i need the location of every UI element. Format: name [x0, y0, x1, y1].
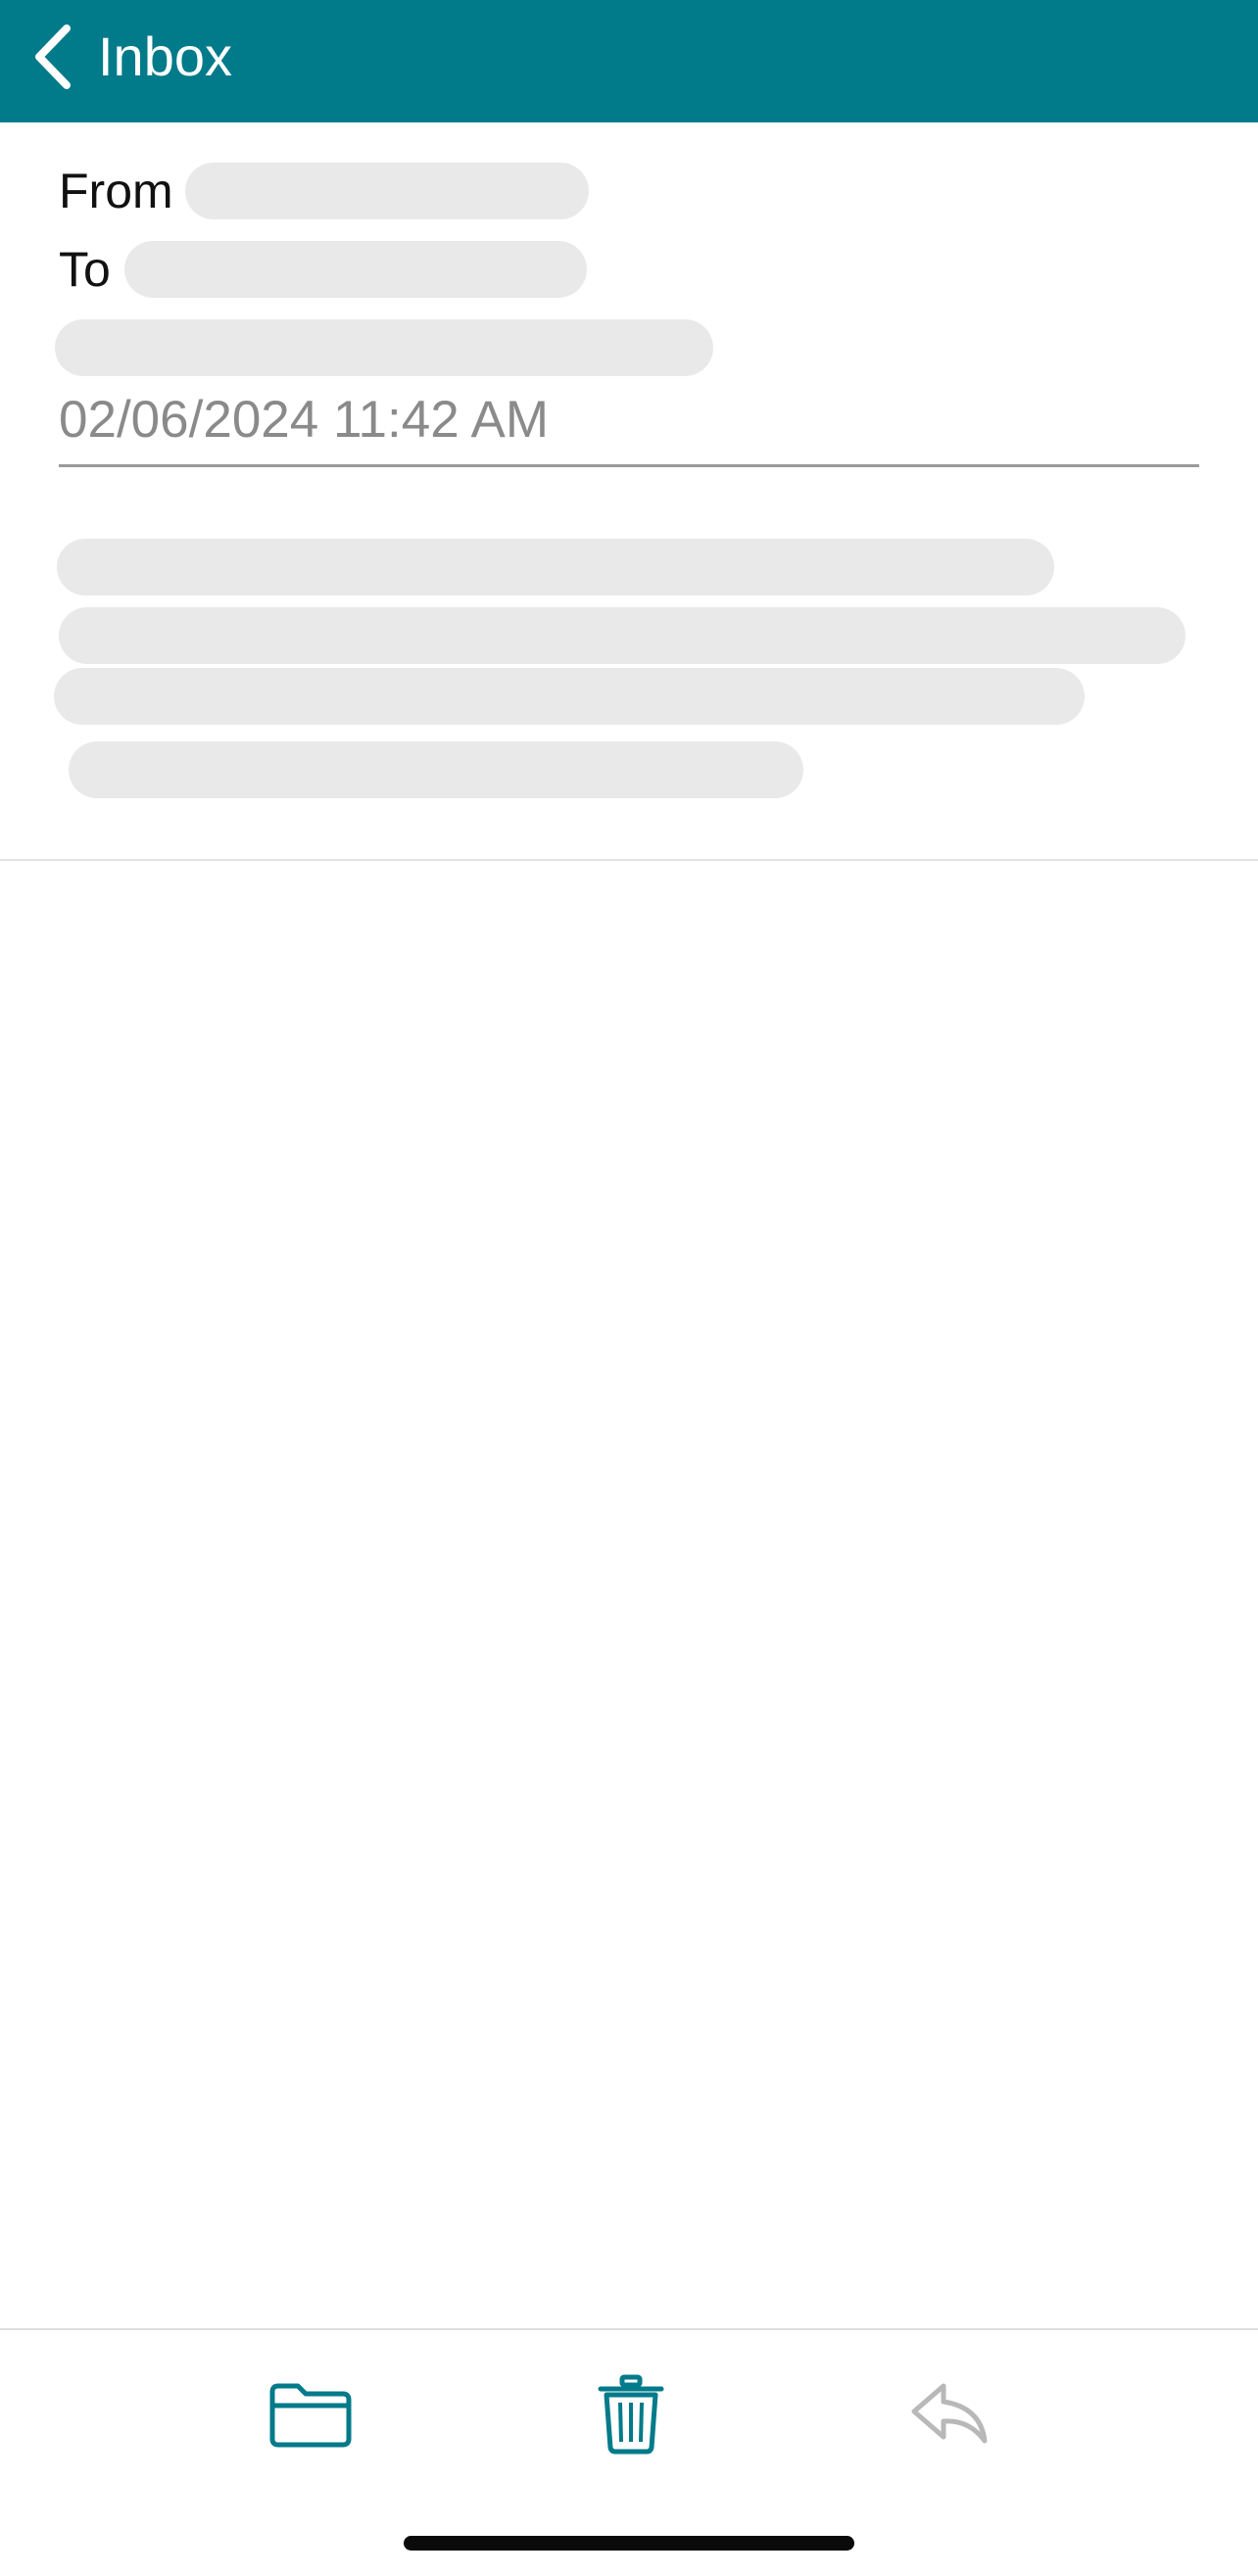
- body-divider: [0, 859, 1258, 861]
- folder-icon: [269, 2383, 352, 2448]
- redacted-subject: [55, 319, 713, 376]
- to-label: To: [59, 242, 111, 297]
- from-row: From: [59, 152, 1199, 230]
- message-header: From To: [55, 152, 1199, 387]
- redacted-body-line: [57, 539, 1054, 596]
- trash-icon: [598, 2374, 664, 2455]
- header-divider: [59, 464, 1199, 467]
- back-button-label: Inbox: [98, 25, 232, 87]
- redacted-sender: [184, 163, 589, 219]
- chevron-left-icon: [35, 24, 71, 89]
- reply-button[interactable]: [895, 2361, 1003, 2468]
- toolbar-divider: [0, 2328, 1258, 2330]
- redacted-body-line: [54, 668, 1085, 725]
- nav-bar: Inbox: [0, 0, 1258, 122]
- to-row: To: [59, 230, 1199, 309]
- subject-row: [55, 309, 1199, 387]
- email-detail-screen: Inbox From To 02/06/2024 11:42 AM: [0, 0, 1258, 2576]
- reply-icon: [911, 2383, 988, 2444]
- redacted-recipient: [123, 241, 587, 298]
- message-date: 02/06/2024 11:42 AM: [59, 391, 549, 449]
- redacted-body-line: [69, 741, 803, 798]
- home-indicator[interactable]: [404, 2536, 854, 2551]
- delete-button[interactable]: [577, 2361, 685, 2468]
- redacted-body-line: [59, 607, 1185, 664]
- back-button[interactable]: Inbox: [29, 18, 232, 96]
- move-to-folder-button[interactable]: [257, 2361, 364, 2468]
- from-label: From: [59, 164, 173, 218]
- bottom-toolbar: [0, 2331, 1258, 2488]
- message-body: [0, 470, 1258, 862]
